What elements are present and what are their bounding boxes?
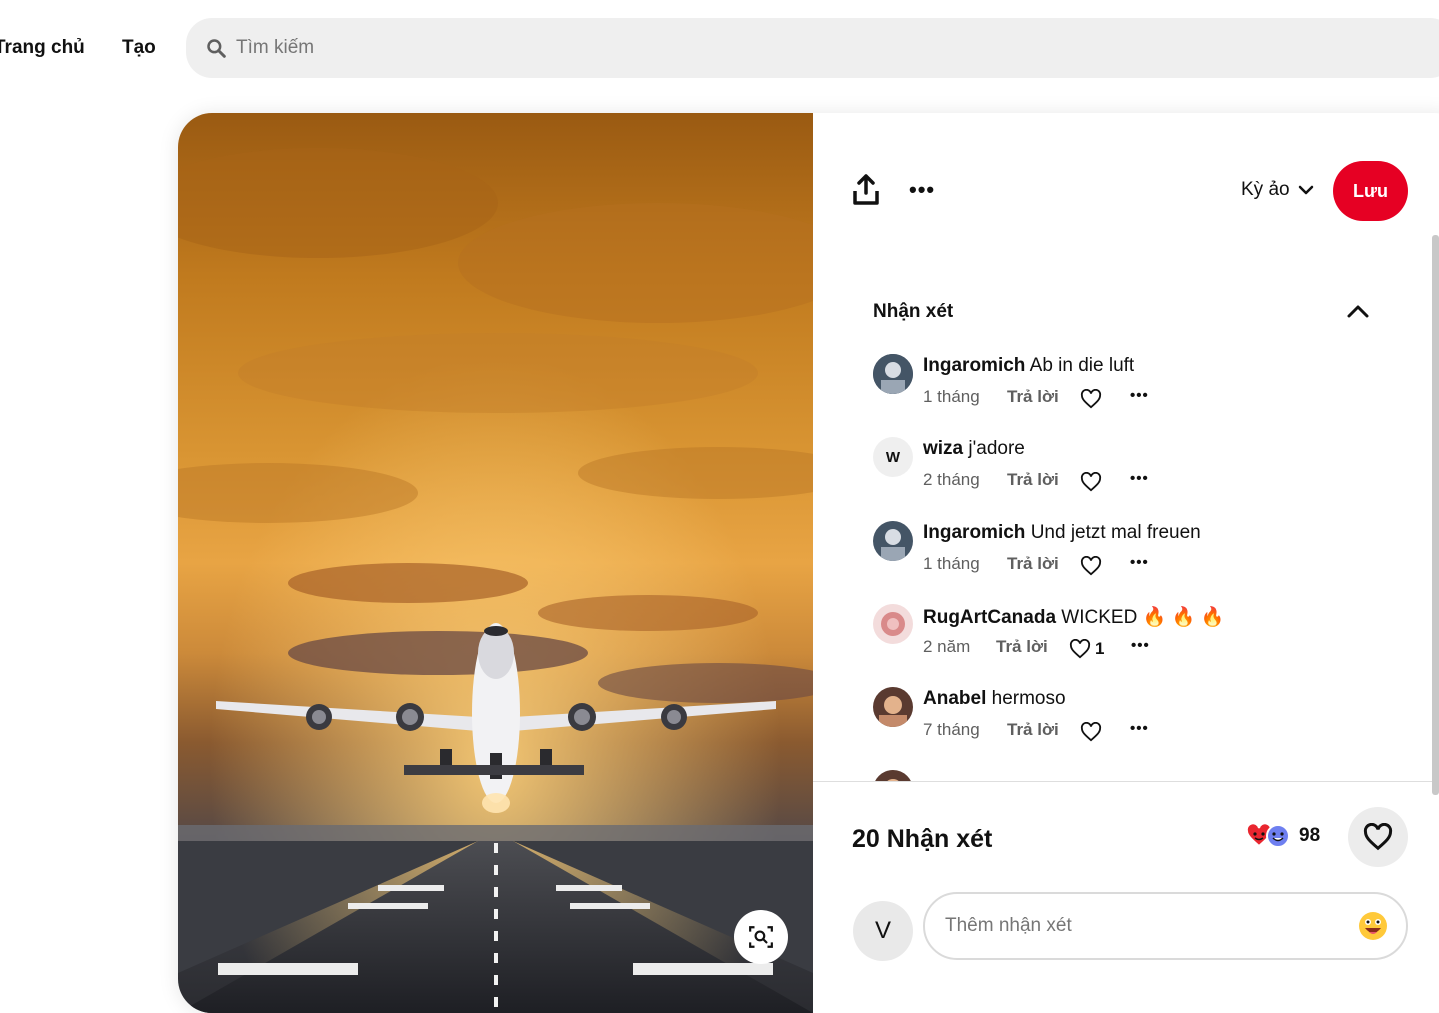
share-icon[interactable] <box>851 173 881 207</box>
heart-icon <box>1069 639 1091 659</box>
comment-username[interactable]: Anabel <box>923 688 986 709</box>
current-user-avatar[interactable]: V <box>853 901 913 961</box>
comment-text-line: wiza j'adore <box>923 438 1025 460</box>
comment-text-line: Ingaromich Und jetzt mal freuen <box>923 522 1201 544</box>
comment-username[interactable]: RugArtCanada <box>923 607 1056 628</box>
reply-button[interactable]: Trả lời <box>1007 720 1059 740</box>
comment-item: Anabel hermoso 7 tháng Trả lời ••• <box>873 684 1393 754</box>
more-options-icon[interactable]: ••• <box>909 176 941 204</box>
heart-icon <box>1080 722 1102 742</box>
reply-button[interactable]: Trả lời <box>1007 387 1059 407</box>
comment-more-icon[interactable]: ••• <box>1130 554 1152 578</box>
react-button[interactable] <box>1348 807 1408 867</box>
heart-icon <box>1080 389 1102 409</box>
comment-text-line: Anabel hermoso <box>923 688 1066 710</box>
like-button[interactable] <box>1080 387 1120 411</box>
top-navigation: Trang chủ Tạo <box>0 0 1439 100</box>
comment-text: Ab in die luft <box>1029 355 1135 376</box>
chevron-down-icon <box>1298 185 1313 195</box>
user-avatar[interactable]: W <box>873 437 913 477</box>
pin-details-panel: ••• Kỳ ảo Lưu Nhận xét Ingaromich Ab in … <box>813 113 1433 1013</box>
user-avatar[interactable] <box>873 687 913 727</box>
search-bar[interactable] <box>186 18 1439 78</box>
visual-search-button[interactable] <box>734 910 788 964</box>
comment-username[interactable]: Ingaromich <box>923 522 1025 543</box>
reaction-count: 98 <box>1299 825 1321 846</box>
reactions-summary[interactable]: 98 <box>1245 823 1320 849</box>
divider <box>813 781 1433 782</box>
search-icon <box>207 39 226 58</box>
user-avatar[interactable] <box>873 354 913 394</box>
comment-item: Ingaromich Ab in die luft 1 tháng Trả lờ… <box>873 351 1393 421</box>
comment-text-line: Ingaromich Ab in die luft <box>923 355 1134 377</box>
nav-home-link[interactable]: Trang chủ <box>0 37 85 59</box>
nav-create-link[interactable]: Tạo <box>122 37 156 59</box>
heart-icon <box>1080 472 1102 492</box>
comment-item: W wiza j'adore 2 tháng Trả lời ••• <box>873 434 1393 504</box>
pin-card: ••• Kỳ ảo Lưu Nhận xét Ingaromich Ab in … <box>178 113 1439 1013</box>
comment-more-icon[interactable]: ••• <box>1130 387 1152 411</box>
search-input[interactable] <box>236 18 1136 78</box>
like-button[interactable] <box>1080 470 1120 494</box>
comment-input[interactable] <box>945 894 1335 958</box>
comment-text-line: RugArtCanada WICKED 🔥 🔥 🔥 <box>923 605 1224 629</box>
comment-list: Ingaromich Ab in die luft 1 tháng Trả lờ… <box>873 351 1393 781</box>
chevron-up-icon[interactable] <box>1345 301 1371 321</box>
comment-username[interactable]: wiza <box>923 438 963 459</box>
save-button[interactable]: Lưu <box>1333 161 1408 221</box>
comment-more-icon[interactable]: ••• <box>1130 470 1152 494</box>
board-name: Kỳ ảo <box>1241 179 1290 200</box>
smile-reaction-icon <box>1266 824 1290 848</box>
comment-text: j'adore <box>968 438 1025 459</box>
comment-more-icon[interactable]: ••• <box>1130 720 1152 744</box>
comments-title: Nhận xét <box>873 301 954 322</box>
comment-item: RugArtCanada WICKED 🔥 🔥 🔥 2 năm Trả lời … <box>873 601 1393 671</box>
reply-button[interactable]: Trả lời <box>1007 470 1059 490</box>
comment-text: Und jetzt mal freuen <box>1030 522 1201 543</box>
heart-icon <box>1363 823 1393 851</box>
comment-more-icon[interactable]: ••• <box>1131 637 1153 661</box>
like-button[interactable]: 1 <box>1069 637 1109 661</box>
comment-time: 7 tháng <box>923 720 980 739</box>
airplane-sunset-photo <box>178 113 813 1013</box>
like-button[interactable] <box>1080 720 1120 744</box>
comment-time: 2 tháng <box>923 470 980 489</box>
comment-time: 1 tháng <box>923 387 980 406</box>
reply-button[interactable]: Trả lời <box>1007 554 1059 574</box>
comment-text: WICKED 🔥 🔥 🔥 <box>1061 607 1225 628</box>
page-scrollbar[interactable] <box>1432 235 1439 795</box>
comment-time: 2 năm <box>923 637 971 656</box>
board-select[interactable]: Kỳ ảo <box>1241 179 1314 201</box>
comment-time: 1 tháng <box>923 554 980 573</box>
comment-composer[interactable] <box>923 892 1408 960</box>
user-avatar[interactable] <box>873 521 913 561</box>
comment-item: Ingaromich Und jetzt mal freuen 1 tháng … <box>873 518 1393 588</box>
user-avatar[interactable] <box>873 770 913 781</box>
heart-icon <box>1080 556 1102 576</box>
comment-item-partial <box>873 767 1393 781</box>
like-button[interactable] <box>1080 554 1120 578</box>
lens-icon <box>749 926 773 948</box>
like-count: 1 <box>1095 639 1105 658</box>
comment-text: hermoso <box>991 688 1066 709</box>
emoji-icon[interactable] <box>1357 910 1389 942</box>
comment-count: 20 Nhận xét <box>852 825 993 853</box>
comment-username[interactable]: Ingaromich <box>923 355 1025 376</box>
pin-image[interactable] <box>178 113 813 1013</box>
user-avatar[interactable] <box>873 604 913 644</box>
reply-button[interactable]: Trả lời <box>996 637 1048 657</box>
